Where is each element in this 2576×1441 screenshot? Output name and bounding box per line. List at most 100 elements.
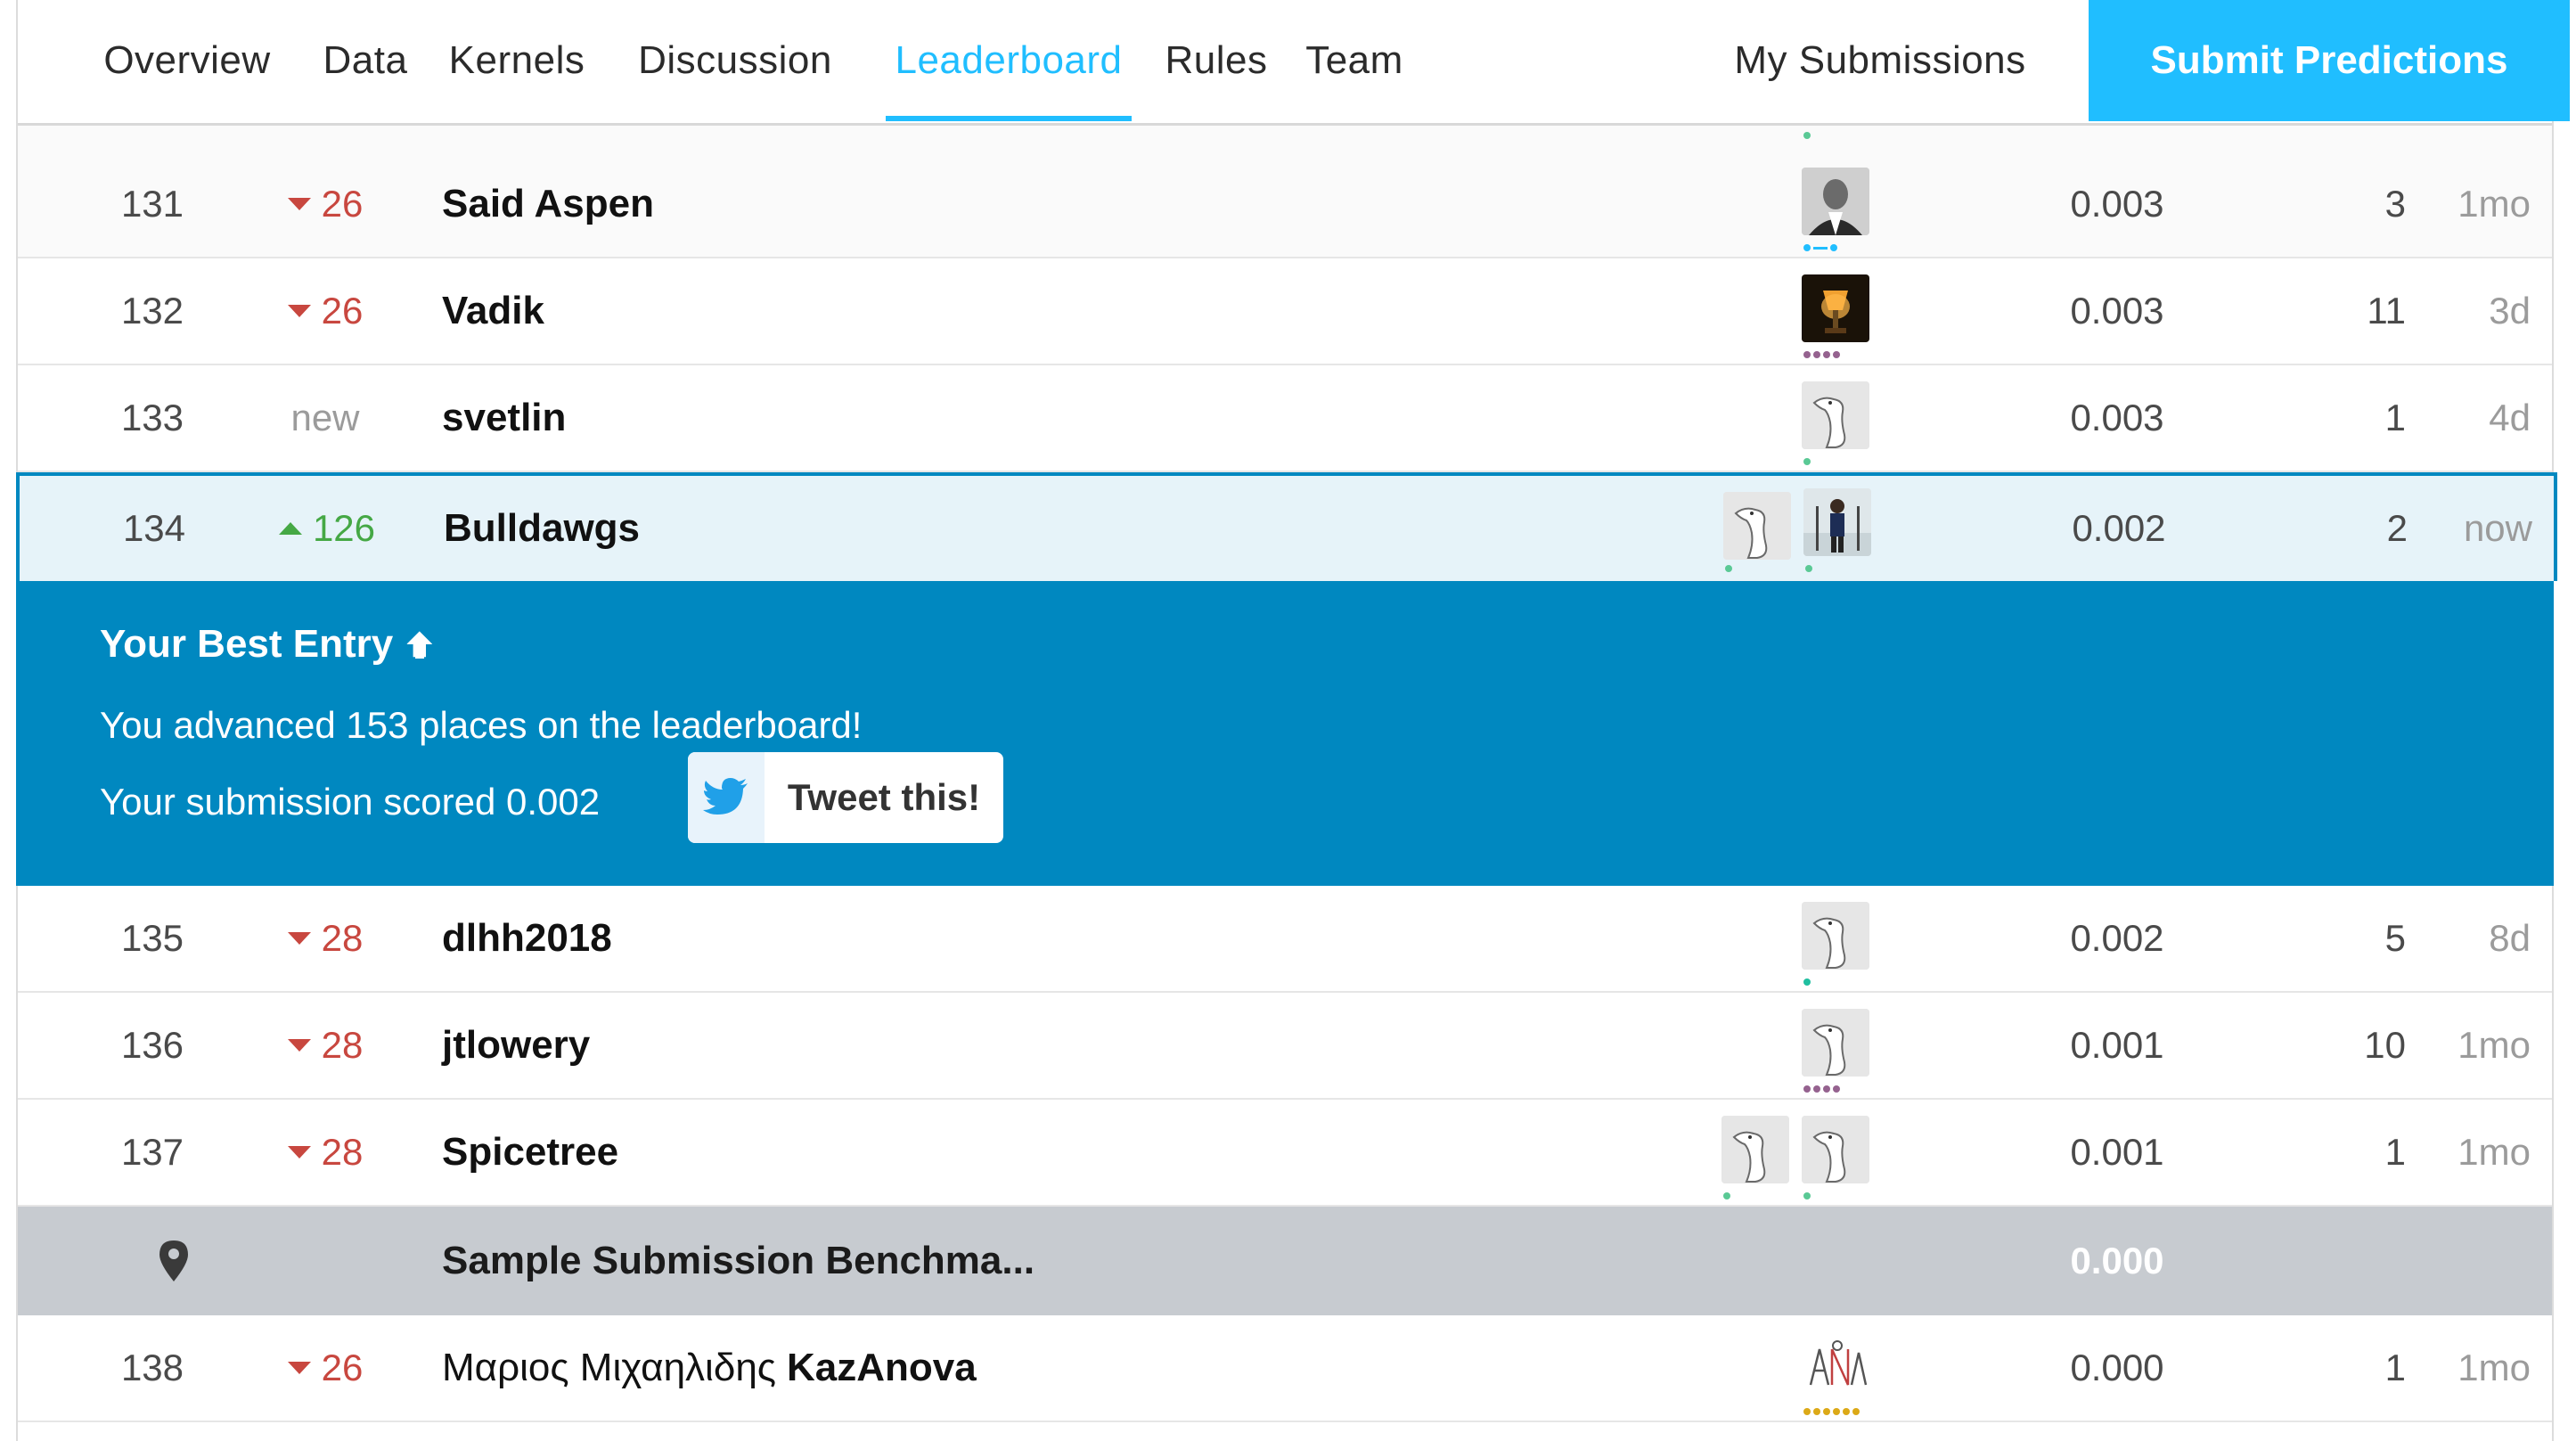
- current-team-row[interactable]: 134 126 Bulldawgs 0.002 2 now: [16, 472, 2557, 581]
- arrow-up-icon: [406, 631, 433, 659]
- table-row[interactable]: 137 28 Spicetree 0.001 1 1mo: [18, 1100, 2552, 1207]
- table-row[interactable]: 135 28 dlhh2018 0.002 5 8d: [18, 886, 2552, 993]
- last-submission: 1mo: [2457, 1347, 2531, 1388]
- last-submission: now: [2463, 507, 2532, 549]
- tab-data[interactable]: Data: [303, 0, 428, 121]
- table-row[interactable]: 133 new svetlin 0.003 1 4d: [18, 365, 2552, 472]
- submission-score-text: Your submission scored 0.002: [100, 781, 601, 823]
- avatar[interactable]: [1803, 488, 1871, 556]
- avatar[interactable]: [1802, 1331, 1869, 1399]
- rank: 136: [120, 1024, 184, 1066]
- rank: 134: [122, 507, 186, 549]
- rank-change: 28: [258, 1100, 392, 1205]
- tab-discussion[interactable]: Discussion: [606, 0, 864, 121]
- score: 0.002: [2072, 507, 2166, 549]
- rank-down-icon: [287, 305, 311, 317]
- entries-count: 1: [2384, 1131, 2406, 1173]
- submit-predictions-button[interactable]: Submit Predictions: [2089, 0, 2570, 121]
- team-name[interactable]: svetlin: [442, 365, 566, 471]
- tier-dots: [1803, 1192, 1811, 1201]
- rank-down-icon: [287, 1146, 311, 1159]
- default-goose-avatar[interactable]: [1723, 492, 1791, 560]
- tab-rules[interactable]: Rules: [1149, 0, 1283, 121]
- default-goose-avatar[interactable]: [1721, 1116, 1789, 1183]
- rank-change: 26: [258, 151, 392, 257]
- rank-change: new: [290, 397, 360, 438]
- rank-change: 28: [258, 993, 392, 1098]
- rank-down-icon: [287, 1039, 311, 1052]
- last-submission: 8d: [2489, 917, 2531, 959]
- map-pin-icon: [151, 1207, 196, 1315]
- score: 0.002: [2070, 917, 2164, 959]
- table-row[interactable]: 132 26 Vadik 0.003 11 3d: [18, 258, 2552, 365]
- team-name[interactable]: Vadik: [442, 258, 544, 364]
- entries-count: 10: [2364, 1024, 2406, 1066]
- rank-up-icon: [278, 522, 302, 535]
- rank: 137: [120, 1131, 184, 1173]
- entries-count: 1: [2384, 397, 2406, 438]
- benchmark-score: 0.000: [2070, 1240, 2164, 1281]
- score: 0.003: [2070, 290, 2164, 332]
- rank-change: 26: [258, 1315, 392, 1421]
- default-goose-avatar[interactable]: [1802, 381, 1869, 449]
- table-row[interactable]: 136 28 jtlowery 0.001 10 1mo: [18, 993, 2552, 1100]
- rank: 132: [120, 290, 184, 332]
- tier-dots: [1805, 565, 1812, 574]
- tab-kernels[interactable]: Kernels: [428, 0, 606, 121]
- tab-leaderboard[interactable]: Leaderboard: [868, 0, 1149, 121]
- entries-count: 11: [2367, 290, 2406, 332]
- tier-dots: [1803, 458, 1811, 467]
- tier-dots: [1723, 1192, 1730, 1201]
- tab-team[interactable]: Team: [1283, 0, 1426, 121]
- team-name[interactable]: dlhh2018: [442, 886, 612, 991]
- competition-nav: Overview Data Kernels Discussion Leaderb…: [18, 0, 2570, 126]
- score: 0.003: [2070, 183, 2164, 225]
- team-name[interactable]: Spicetree: [442, 1100, 618, 1205]
- tier-dots: [1803, 1085, 1840, 1094]
- table-row[interactable]: 138 26 Μαριος Μιχαηλιδης KazAnova 0.000 1…: [18, 1315, 2552, 1422]
- tier-dots: [1725, 565, 1732, 574]
- best-entry-banner: Your Best Entry You advanced 153 places …: [16, 581, 2554, 886]
- rank-change: 26: [258, 258, 392, 364]
- last-submission: 4d: [2489, 397, 2531, 438]
- avatar[interactable]: [1802, 274, 1869, 342]
- avatar[interactable]: [1802, 168, 1869, 235]
- tab-overview[interactable]: Overview: [71, 0, 303, 121]
- entries-count: 3: [2384, 183, 2406, 225]
- rank: 135: [120, 917, 184, 959]
- leaderboard-page: Overview Data Kernels Discussion Leaderb…: [0, 0, 2576, 1441]
- entries-count: 2: [2386, 507, 2408, 549]
- score: 0.003: [2070, 397, 2164, 438]
- team-name[interactable]: jtlowery: [442, 993, 590, 1098]
- rank-down-icon: [287, 198, 311, 210]
- benchmark-row[interactable]: Sample Submission Benchma... 0.000: [18, 1207, 2552, 1317]
- default-goose-avatar[interactable]: [1802, 1116, 1869, 1183]
- team-name[interactable]: Bulldawgs: [444, 476, 640, 581]
- team-name[interactable]: Μαριος Μιχαηλιδης KazAnova: [442, 1315, 977, 1421]
- last-submission: 1mo: [2457, 183, 2531, 225]
- rank: 131: [120, 183, 184, 225]
- rank: 133: [120, 397, 184, 438]
- benchmark-name[interactable]: Sample Submission Benchma...: [442, 1207, 1034, 1315]
- advanced-places-text: You advanced 153 places on the leaderboa…: [100, 704, 863, 746]
- last-submission: 1mo: [2457, 1024, 2531, 1066]
- team-name-bold: KazAnova: [787, 1346, 977, 1389]
- my-submissions-link[interactable]: My Submissions: [1720, 0, 2040, 121]
- team-name[interactable]: Said Aspen: [442, 151, 654, 257]
- score: 0.001: [2070, 1131, 2164, 1173]
- tier-dots: [1803, 1408, 1860, 1417]
- rank-change: 28: [258, 886, 392, 991]
- member-name: Μαριος Μιχαηλιδης: [442, 1346, 776, 1389]
- table-row[interactable]: 131 26 Said Aspen 0.003 3 1mo: [18, 151, 2552, 258]
- score: 0.000: [2070, 1347, 2164, 1388]
- default-goose-avatar[interactable]: [1802, 902, 1869, 970]
- entries-count: 1: [2384, 1347, 2406, 1388]
- tier-dots: [1803, 978, 1811, 987]
- tweet-button-label: Tweet this!: [787, 776, 981, 818]
- rank: 138: [120, 1347, 184, 1388]
- default-goose-avatar[interactable]: [1802, 1009, 1869, 1077]
- tweet-button[interactable]: Tweet this!: [688, 752, 1003, 843]
- twitter-bird-icon: [688, 752, 765, 843]
- last-submission: 3d: [2489, 290, 2531, 332]
- entries-count: 5: [2384, 917, 2406, 959]
